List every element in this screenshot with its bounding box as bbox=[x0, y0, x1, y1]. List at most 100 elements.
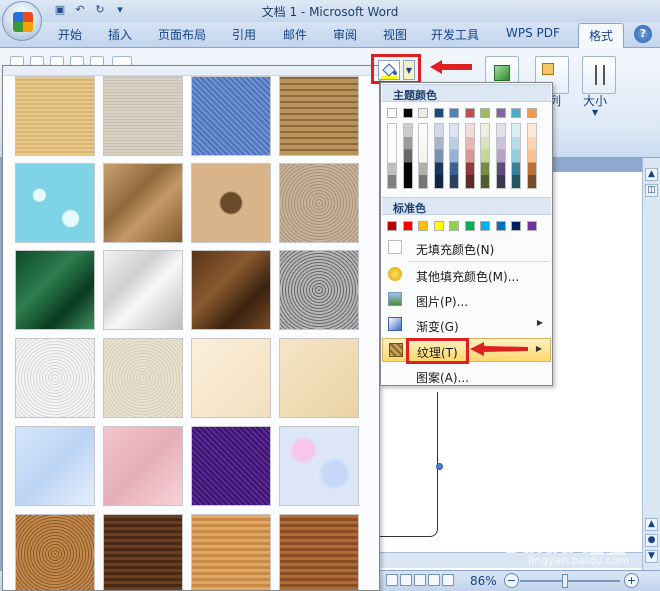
theme-color-swatch[interactable] bbox=[449, 108, 459, 118]
texture-sand[interactable] bbox=[279, 163, 359, 243]
texture-green-marble[interactable] bbox=[15, 250, 95, 330]
print-layout-icon[interactable] bbox=[386, 574, 398, 586]
texture-walnut[interactable] bbox=[103, 514, 183, 590]
texture-recycled-paper[interactable] bbox=[103, 338, 183, 418]
standard-color-swatch[interactable] bbox=[449, 221, 459, 231]
texture-granite[interactable] bbox=[279, 250, 359, 330]
tab-insert[interactable]: 插入 bbox=[108, 26, 132, 43]
standard-color-swatch[interactable] bbox=[418, 221, 428, 231]
texture-oak[interactable] bbox=[191, 514, 271, 590]
standard-color-swatch[interactable] bbox=[511, 221, 521, 231]
size-label[interactable]: 大小 bbox=[583, 92, 607, 109]
tab-references[interactable]: 引用 bbox=[232, 26, 256, 43]
theme-color-shades[interactable] bbox=[495, 123, 506, 189]
standard-color-swatch[interactable] bbox=[526, 221, 537, 231]
submenu-arrow-icon: ▶ bbox=[536, 318, 543, 327]
texture-parchment[interactable] bbox=[191, 338, 271, 418]
tab-mailings[interactable]: 邮件 bbox=[283, 26, 307, 43]
shape-fill-button[interactable]: ▼ bbox=[371, 54, 421, 84]
standard-color-swatch[interactable] bbox=[387, 221, 397, 231]
standard-color-swatch[interactable] bbox=[464, 221, 475, 231]
tab-developer[interactable]: 开发工具 bbox=[431, 26, 479, 43]
help-icon[interactable]: ? bbox=[634, 25, 652, 43]
fill-dropdown-arrow-icon[interactable]: ▼ bbox=[403, 60, 415, 80]
theme-color-shades[interactable] bbox=[464, 123, 475, 189]
next-page-icon[interactable]: ▼ bbox=[645, 550, 658, 563]
texture-white-marble[interactable] bbox=[103, 250, 183, 330]
menu-item-more-colors[interactable]: 其他填充颜色(M)... bbox=[382, 263, 551, 287]
zoom-out-icon[interactable]: − bbox=[504, 573, 519, 588]
menu-item-no-fill[interactable]: 无填充颜色(N) bbox=[382, 236, 551, 260]
standard-color-swatch[interactable] bbox=[480, 221, 490, 231]
theme-color-swatch[interactable] bbox=[418, 108, 428, 118]
texture-woven-mat[interactable] bbox=[279, 76, 359, 156]
menu-item-label: 无填充颜色(N) bbox=[416, 243, 495, 257]
full-screen-reading-icon[interactable] bbox=[400, 574, 412, 586]
draft-view-icon[interactable] bbox=[442, 574, 454, 586]
texture-pink-tissue-paper[interactable] bbox=[103, 426, 183, 506]
vertical-scrollbar[interactable]: ▲ ◫ ▲ ● ▼ bbox=[642, 158, 660, 570]
theme-color-shades[interactable] bbox=[387, 123, 397, 189]
texture-papyrus[interactable] bbox=[15, 76, 95, 156]
theme-color-shades[interactable] bbox=[449, 123, 459, 189]
zoom-slider-thumb[interactable] bbox=[562, 574, 568, 588]
zoom-level[interactable]: 86% bbox=[470, 574, 497, 588]
outline-view-icon[interactable] bbox=[428, 574, 440, 586]
theme-color-swatch[interactable] bbox=[464, 108, 475, 118]
resize-handle[interactable] bbox=[436, 463, 443, 470]
texture-brown-marble[interactable] bbox=[191, 250, 271, 330]
ruler-toggle-icon[interactable]: ◫ bbox=[645, 184, 658, 197]
standard-color-swatch[interactable] bbox=[402, 221, 413, 231]
menu-item-gradient[interactable]: 渐变(G) ▶ bbox=[382, 313, 551, 337]
theme-color-swatch[interactable] bbox=[480, 108, 490, 118]
web-layout-icon[interactable] bbox=[414, 574, 426, 586]
tab-page-layout[interactable]: 页面布局 bbox=[158, 26, 206, 43]
menu-item-pattern[interactable]: 图案(A)... bbox=[382, 364, 551, 388]
scroll-up-icon[interactable]: ▲ bbox=[645, 168, 658, 181]
zoom-slider[interactable] bbox=[520, 580, 620, 582]
texture-newsprint[interactable] bbox=[15, 338, 95, 418]
red-arrow-icon bbox=[470, 342, 528, 356]
tab-home[interactable]: 开始 bbox=[58, 26, 82, 43]
texture-bouquet[interactable] bbox=[279, 426, 359, 506]
theme-color-shades[interactable] bbox=[433, 123, 444, 189]
theme-color-shades[interactable] bbox=[418, 123, 428, 189]
select-browse-icon[interactable]: ● bbox=[645, 534, 658, 547]
office-button[interactable] bbox=[2, 1, 42, 41]
texture-denim[interactable] bbox=[191, 76, 271, 156]
standard-color-swatch[interactable] bbox=[433, 221, 444, 231]
menu-item-picture[interactable]: 图片(P)... bbox=[382, 288, 551, 312]
theme-color-swatch[interactable] bbox=[402, 108, 413, 118]
texture-stationery[interactable] bbox=[279, 338, 359, 418]
theme-color-shades[interactable] bbox=[402, 123, 413, 189]
theme-color-shades[interactable] bbox=[511, 123, 521, 189]
texture-blue-tissue-paper[interactable] bbox=[15, 426, 95, 506]
tab-review[interactable]: 审阅 bbox=[333, 26, 357, 43]
tab-format[interactable]: 格式 bbox=[578, 23, 625, 48]
size-icon[interactable] bbox=[582, 56, 616, 94]
texture-cork[interactable] bbox=[15, 514, 95, 590]
texture-water-droplets[interactable] bbox=[15, 163, 95, 243]
size-dropdown-icon[interactable]: ▼ bbox=[592, 108, 598, 117]
menu-item-label: 图片(P)... bbox=[416, 295, 469, 309]
zoom-in-icon[interactable]: + bbox=[624, 573, 639, 588]
theme-color-swatch[interactable] bbox=[387, 108, 397, 118]
texture-medium-wood[interactable] bbox=[279, 514, 359, 590]
standard-color-swatch[interactable] bbox=[495, 221, 506, 231]
texture-paper-bag[interactable] bbox=[103, 163, 183, 243]
theme-color-shades[interactable] bbox=[480, 123, 490, 189]
texture-fish-fossil[interactable] bbox=[191, 163, 271, 243]
tab-wps-pdf[interactable]: WPS PDF bbox=[506, 26, 560, 40]
texture-canvas[interactable] bbox=[103, 76, 183, 156]
tab-view[interactable]: 视图 bbox=[383, 26, 407, 43]
texture-purple-mesh[interactable] bbox=[191, 426, 271, 506]
ribbon-tabs: 开始 插入 页面布局 引用 邮件 审阅 视图 开发工具 WPS PDF 格式 ? bbox=[0, 22, 660, 48]
theme-color-swatch[interactable] bbox=[433, 108, 444, 118]
theme-color-swatch[interactable] bbox=[511, 108, 521, 118]
theme-color-shades[interactable] bbox=[526, 123, 537, 189]
gradient-icon bbox=[388, 317, 402, 331]
height-icon bbox=[595, 65, 605, 85]
prev-page-icon[interactable]: ▲ bbox=[645, 518, 658, 531]
theme-color-swatch[interactable] bbox=[495, 108, 506, 118]
theme-color-swatch[interactable] bbox=[526, 108, 537, 118]
